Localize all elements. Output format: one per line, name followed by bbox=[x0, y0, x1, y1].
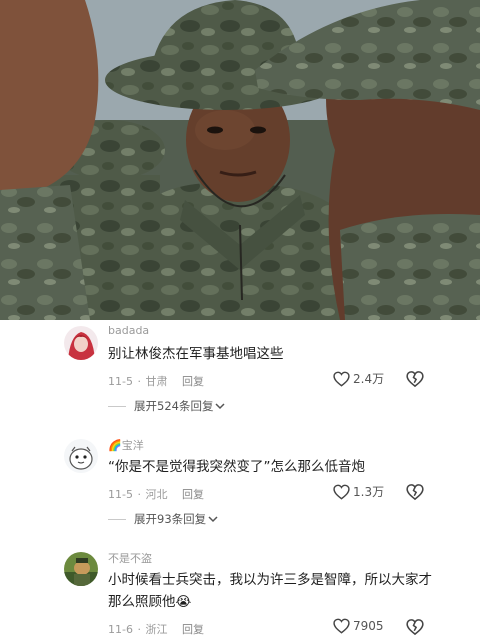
reply-button[interactable]: 回复 bbox=[182, 621, 204, 637]
like-button[interactable]: 1.3万 bbox=[333, 483, 384, 500]
comment-date: 11-5 bbox=[108, 488, 133, 501]
broken-heart-outline-icon bbox=[406, 484, 424, 501]
expand-divider bbox=[108, 405, 126, 407]
avatar-image bbox=[64, 552, 98, 586]
heart-outline-icon bbox=[333, 484, 350, 500]
comment-text: 别让林俊杰在军事基地唱这些 bbox=[108, 346, 284, 362]
comment-text: “你是不是觉得我突然变了”怎么那么低音炮 bbox=[108, 459, 365, 475]
avatar[interactable] bbox=[64, 552, 98, 586]
comment-text: 小时候看士兵突击，我以为许三多是智障，所以大家才那么照顾他😭 bbox=[108, 572, 432, 610]
dislike-button[interactable] bbox=[406, 370, 424, 388]
username-text: 宝洋 bbox=[121, 439, 144, 452]
username[interactable]: 不是不盗 bbox=[108, 550, 152, 566]
like-count: 1.3万 bbox=[353, 485, 385, 499]
reply-button[interactable]: 回复 bbox=[182, 373, 204, 389]
chevron-down-icon bbox=[215, 403, 225, 410]
comment-list: badada 别让林俊杰在军事基地唱这些 11-5 · 甘肃 回复 2.4万 展… bbox=[0, 320, 480, 640]
avatar-image bbox=[64, 439, 98, 473]
expand-divider bbox=[108, 518, 126, 520]
chevron-down-icon bbox=[208, 516, 218, 523]
like-button[interactable]: 2.4万 bbox=[333, 370, 384, 387]
video-still-image bbox=[0, 0, 480, 320]
comment-meta: 11-6 · 浙江 bbox=[108, 623, 168, 636]
broken-heart-outline-icon bbox=[406, 371, 424, 388]
dislike-button[interactable] bbox=[406, 483, 424, 501]
video-frame[interactable] bbox=[0, 0, 480, 320]
avatar[interactable] bbox=[64, 439, 98, 473]
comment-meta: 11-5 · 甘肃 bbox=[108, 375, 168, 388]
dislike-button[interactable] bbox=[406, 618, 424, 636]
comment-date: 11-5 bbox=[108, 375, 133, 388]
comment-location: 河北 bbox=[145, 488, 168, 501]
avatar-image bbox=[64, 326, 98, 360]
broken-heart-outline-icon bbox=[406, 619, 424, 636]
expand-replies-button[interactable]: 展开93条回复 bbox=[108, 511, 218, 527]
heart-outline-icon bbox=[333, 618, 350, 634]
like-button[interactable]: 7905 bbox=[333, 618, 384, 634]
like-count: 2.4万 bbox=[353, 372, 385, 386]
username[interactable]: badada bbox=[108, 324, 149, 337]
comment-meta: 11-5 · 河北 bbox=[108, 488, 168, 501]
username[interactable]: 🌈宝洋 bbox=[108, 437, 144, 453]
expand-replies-button[interactable]: 展开524条回复 bbox=[108, 398, 225, 414]
comment-location: 甘肃 bbox=[145, 375, 168, 388]
reply-button[interactable]: 回复 bbox=[182, 486, 204, 502]
username-emoji: 🌈 bbox=[108, 439, 122, 452]
expand-replies-label: 展开524条回复 bbox=[134, 399, 214, 413]
expand-replies-label: 展开93条回复 bbox=[134, 512, 207, 526]
comment-location: 浙江 bbox=[145, 623, 168, 636]
avatar[interactable] bbox=[64, 326, 98, 360]
comment-date: 11-6 bbox=[108, 623, 133, 636]
like-count: 7905 bbox=[353, 619, 384, 633]
heart-outline-icon bbox=[333, 371, 350, 387]
